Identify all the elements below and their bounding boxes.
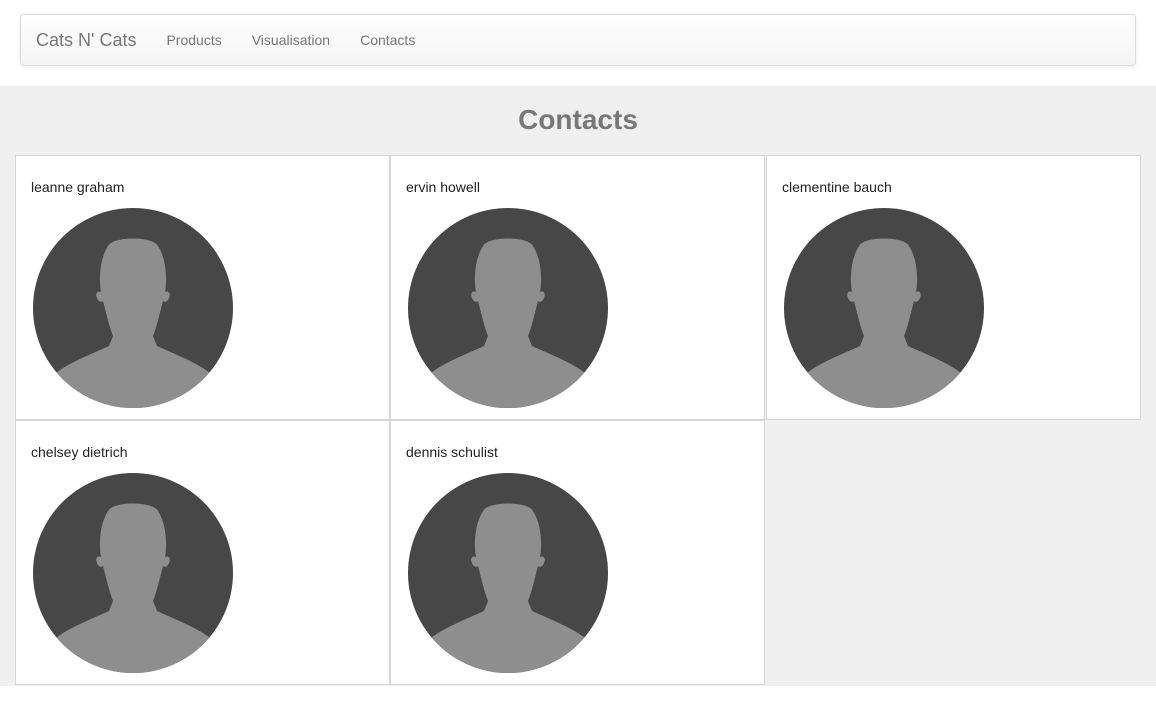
contact-name: dennis schulist xyxy=(406,444,498,460)
contact-card[interactable]: ervin howell xyxy=(390,155,765,420)
contact-card[interactable]: clementine bauch xyxy=(766,155,1141,420)
brand-link[interactable]: Cats N' Cats xyxy=(36,30,136,51)
nav-link-products[interactable]: Products xyxy=(151,32,236,48)
contacts-section: Contacts leanne graham ervin howell clem… xyxy=(0,86,1156,686)
default-user-avatar-icon xyxy=(784,208,984,408)
contact-name: leanne graham xyxy=(31,179,125,195)
contact-name: clementine bauch xyxy=(782,179,892,195)
contact-card[interactable]: chelsey dietrich xyxy=(15,420,390,685)
nav-link-contacts[interactable]: Contacts xyxy=(345,32,430,48)
default-user-avatar-icon xyxy=(408,473,608,673)
default-user-avatar-icon xyxy=(33,473,233,673)
default-user-avatar-icon xyxy=(408,208,608,408)
navbar: Cats N' Cats Products Visualisation Cont… xyxy=(20,14,1136,66)
contact-card[interactable]: dennis schulist xyxy=(390,420,765,685)
contact-name: ervin howell xyxy=(406,179,480,195)
contact-card[interactable]: leanne graham xyxy=(15,155,390,420)
page-title: Contacts xyxy=(518,104,638,135)
nav-link-visualisation[interactable]: Visualisation xyxy=(237,32,345,48)
contact-name: chelsey dietrich xyxy=(31,444,128,460)
default-user-avatar-icon xyxy=(33,208,233,408)
